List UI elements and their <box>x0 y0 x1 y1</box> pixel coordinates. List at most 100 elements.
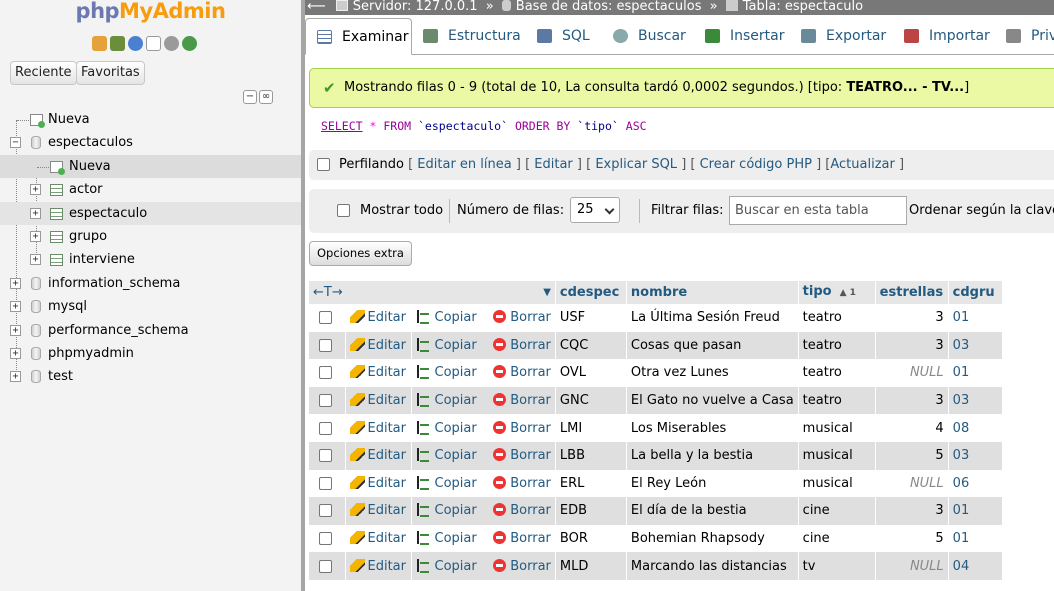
tree-item-test[interactable]: + test <box>0 365 301 388</box>
home-icon[interactable] <box>92 36 107 51</box>
delete-action[interactable]: Borrar <box>493 393 551 408</box>
row-checkbox[interactable] <box>319 449 332 463</box>
tab-export[interactable]: Exportar <box>790 18 886 55</box>
tab-insert[interactable]: Insertar <box>694 18 785 55</box>
cell-nombre[interactable]: El Rey León <box>626 469 799 498</box>
phpmyadmin-logo[interactable]: phpMyAdmin <box>0 0 301 23</box>
edit-action[interactable]: Editar <box>349 337 406 353</box>
sql-query[interactable]: SELECT * FROM `espectaculo` ORDER BY `ti… <box>321 118 647 134</box>
cell-nombre[interactable]: Otra vez Lunes <box>626 359 799 387</box>
cell-cdgru[interactable]: 03 <box>948 331 1003 360</box>
table-row[interactable]: Editar Copiar Borrar LMI Los Miserables musi… <box>309 414 1003 442</box>
edit-action[interactable]: Editar <box>349 420 406 436</box>
table-row[interactable]: Editar Copiar Borrar BOR Bohemian Rhapsody c… <box>309 524 1003 553</box>
refresh-link[interactable]: Actualizar <box>830 157 894 172</box>
cell-tipo[interactable]: teatro <box>798 331 876 360</box>
cell-cdgru[interactable]: 01 <box>948 497 1003 525</box>
cell-cdespec[interactable]: BOR <box>555 524 627 553</box>
cell-nombre[interactable]: Marcando las distancias <box>626 552 799 580</box>
tab-structure[interactable]: Estructura <box>412 18 521 55</box>
cell-cdespec[interactable]: ERL <box>555 469 627 498</box>
edit-action[interactable]: Editar <box>349 558 406 574</box>
table-row[interactable]: Editar Copiar Borrar GNC El Gato no vuelve … <box>309 386 1003 415</box>
tab-search[interactable]: Buscar <box>602 18 686 55</box>
table-row[interactable]: Editar Copiar Borrar CQC Cosas que pasan tea… <box>309 331 1003 360</box>
cell-estrellas[interactable]: 5 <box>875 524 949 553</box>
cell-cdgru[interactable]: 03 <box>948 386 1003 415</box>
cell-cdgru[interactable]: 01 <box>948 304 1003 332</box>
show-all-checkbox[interactable] <box>337 204 350 217</box>
cell-estrellas[interactable]: 3 <box>875 331 949 360</box>
column-header-cdespec[interactable]: cdespec <box>555 281 627 304</box>
back-arrow-icon[interactable]: ⟵ <box>305 0 332 14</box>
create-php-link[interactable]: Crear código PHP <box>700 157 812 172</box>
column-header-estrellas[interactable]: estrellas <box>875 281 949 304</box>
breadcrumb-table[interactable]: Tabla: espectaculo <box>743 0 863 14</box>
edit-action[interactable]: Editar <box>349 393 406 408</box>
sql-keyword[interactable]: SELECT <box>321 119 363 133</box>
delete-action[interactable]: Borrar <box>493 531 551 546</box>
tree-item-grupo[interactable]: + grupo <box>0 225 301 248</box>
tab-sql[interactable]: SQL <box>526 18 590 55</box>
link-with-main-icon[interactable]: ∞ <box>259 90 273 104</box>
cell-cdgru[interactable]: 04 <box>948 552 1003 580</box>
row-checkbox[interactable] <box>319 366 332 380</box>
cell-tipo[interactable]: teatro <box>798 359 876 387</box>
column-header-cdgru[interactable]: cdgru <box>948 281 1003 304</box>
copy-action[interactable]: Copiar <box>416 448 477 463</box>
collapse-all-icon[interactable]: − <box>243 90 257 104</box>
expand-icon[interactable]: + <box>10 347 21 359</box>
logout-icon[interactable] <box>110 36 125 51</box>
copy-action[interactable]: Copiar <box>416 503 477 518</box>
cell-cdespec[interactable]: LMI <box>555 414 627 442</box>
row-checkbox[interactable] <box>319 338 332 352</box>
delete-action[interactable]: Borrar <box>493 337 551 353</box>
settings-icon[interactable] <box>164 36 179 51</box>
edit-action[interactable]: Editar <box>349 448 406 463</box>
favorites-tab-button[interactable]: Favoritas <box>76 61 145 85</box>
row-checkbox[interactable] <box>319 532 332 546</box>
table-row[interactable]: Editar Copiar Borrar OVL Otra vez Lunes teat… <box>309 359 1003 387</box>
cell-cdgru[interactable]: 01 <box>948 524 1003 553</box>
cell-estrellas[interactable]: 3 <box>875 497 949 525</box>
cell-nombre[interactable]: Los Miserables <box>626 414 799 442</box>
copy-action[interactable]: Copiar <box>416 475 477 491</box>
recent-tab-button[interactable]: Reciente <box>10 61 77 85</box>
cell-cdespec[interactable]: LBB <box>555 441 627 470</box>
tree-item-new-table[interactable]: Nueva <box>0 154 301 179</box>
expand-icon[interactable]: + <box>30 230 41 242</box>
tree-item-espectaculo[interactable]: + espectaculo <box>0 201 301 225</box>
expand-icon[interactable]: + <box>30 207 41 219</box>
cell-cdgru[interactable]: 03 <box>948 441 1003 470</box>
cell-nombre[interactable]: El día de la bestia <box>626 497 799 525</box>
row-checkbox[interactable] <box>319 394 332 408</box>
cell-tipo[interactable]: cine <box>798 524 876 553</box>
tab-privileges[interactable]: Privi <box>995 18 1054 55</box>
cell-cdgru[interactable]: 01 <box>948 359 1003 387</box>
cell-estrellas[interactable]: 3 <box>875 386 949 415</box>
copy-action[interactable]: Copiar <box>416 558 477 574</box>
cell-nombre[interactable]: El Gato no vuelve a Casa <box>626 386 799 415</box>
cell-tipo[interactable]: teatro <box>798 304 876 332</box>
tree-item-mysql[interactable]: + mysql <box>0 295 301 318</box>
edit-action[interactable]: Editar <box>349 503 406 518</box>
edit-action[interactable]: Editar <box>349 531 406 546</box>
column-resize-arrows-icon[interactable]: ←T→ <box>313 285 343 300</box>
expand-icon[interactable]: + <box>30 254 41 266</box>
cell-tipo[interactable]: musical <box>798 469 876 498</box>
table-row[interactable]: Editar Copiar Borrar LBB La bella y la best… <box>309 441 1003 470</box>
delete-action[interactable]: Borrar <box>493 310 551 325</box>
cell-cdespec[interactable]: EDB <box>555 497 627 525</box>
tab-browse[interactable]: Examinar <box>305 18 412 55</box>
column-visibility-dropdown-icon[interactable]: ▼ <box>543 282 551 304</box>
copy-action[interactable]: Copiar <box>416 531 477 546</box>
collapse-icon[interactable]: − <box>10 137 21 149</box>
delete-action[interactable]: Borrar <box>493 448 551 463</box>
cell-tipo[interactable]: teatro <box>798 386 876 415</box>
delete-action[interactable]: Borrar <box>493 420 551 436</box>
cell-estrellas[interactable]: 5 <box>875 441 949 470</box>
tree-item-interviene[interactable]: + interviene <box>0 248 301 271</box>
cell-cdespec[interactable]: GNC <box>555 386 627 415</box>
cell-tipo[interactable]: tv <box>798 552 876 580</box>
column-header-tipo[interactable]: tipo ▲ 1 <box>798 281 876 304</box>
